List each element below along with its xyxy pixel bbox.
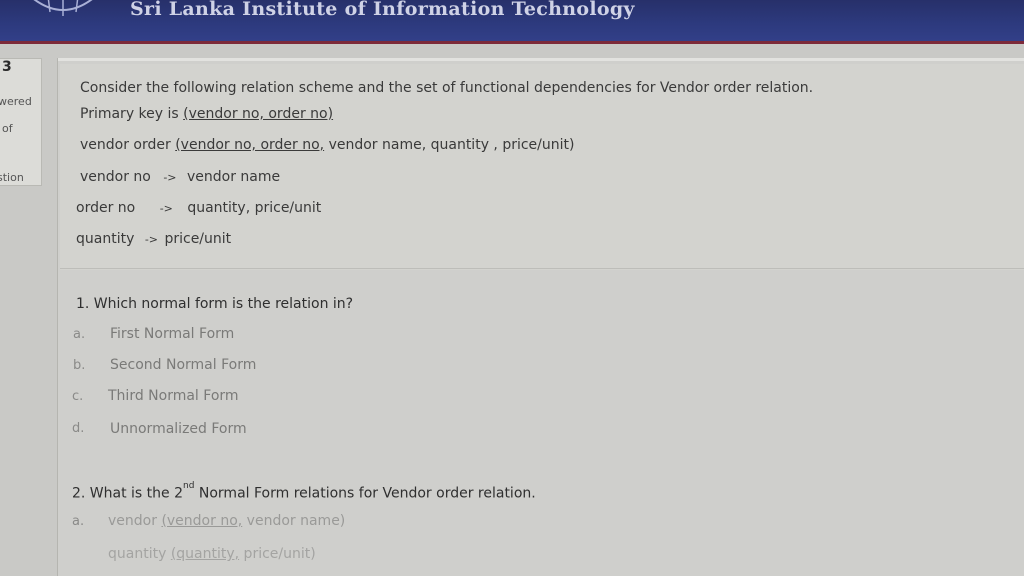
option-a-letter: a. [73, 327, 86, 342]
option-d-label[interactable]: Unnormalized Form [110, 421, 247, 437]
answer-line-2-rest: price/unit) [239, 546, 316, 562]
answered-status: wered [0, 95, 32, 108]
question-2-text: 2. What is the 2nd Normal Form relations… [72, 481, 536, 502]
primary-key-line: Primary key is (vendor no, order no) [80, 106, 333, 122]
answer-line-2: quantity (quantity, price/unit) [108, 546, 316, 562]
relation-line: vendor order (vendor no, order no, vendo… [80, 137, 574, 153]
question-2-suffix: Normal Form relations for Vendor order r… [194, 485, 536, 502]
marks-status: of [2, 122, 13, 135]
fd-3: quantity -> price/unit [76, 231, 231, 247]
question-1-text: 1. Which normal form is the relation in? [76, 296, 354, 312]
panel-top-border [58, 58, 1024, 61]
fd-1-arrow: -> [163, 171, 177, 184]
answer-line-1-prefix: vendor [108, 513, 162, 529]
fd-2: order no -> quantity, price/unit [76, 200, 321, 216]
fd-3-left: quantity [76, 231, 135, 247]
relation-attributes: vendor name, quantity , price/unit) [324, 137, 575, 153]
option-b-letter: b. [73, 358, 86, 373]
answer-line-2-key: (quantity, [170, 546, 240, 562]
answer-line-2-prefix: quantity [108, 546, 171, 562]
header-divider [0, 41, 1024, 44]
option-c-label[interactable]: Third Normal Form [108, 388, 239, 404]
section-divider [60, 268, 1024, 269]
answer-a-letter: a. [72, 514, 85, 529]
institute-title: Sri Lanka Institute of Information Techn… [130, 0, 635, 20]
fd-2-arrow: -> [159, 202, 173, 215]
fd-1: vendor no -> vendor name [80, 169, 280, 185]
sliit-logo-icon [33, 0, 93, 16]
fd-2-right: quantity, price/unit [187, 200, 322, 216]
fd-1-left: vendor no [80, 169, 151, 185]
relation-name: vendor order [80, 137, 176, 153]
scheme-intro: Consider the following relation scheme a… [80, 80, 814, 96]
fd-1-right: vendor name [186, 169, 281, 185]
flag-question-link[interactable]: stion [0, 171, 24, 184]
fd-3-arrow: -> [144, 233, 159, 246]
option-a-label[interactable]: First Normal Form [110, 326, 234, 342]
question-number: 3 [2, 59, 12, 75]
primary-key-value: (vendor no, order no) [183, 106, 334, 122]
question-2-superscript: nd [183, 481, 195, 491]
answer-line-1-key: (vendor no, [161, 513, 243, 529]
site-header: Sri Lanka Institute of Information Techn… [0, 0, 1024, 44]
relation-keys: (vendor no, order no, [175, 137, 325, 153]
option-c-letter: c. [72, 389, 84, 404]
question-2-prefix: 2. What is the 2 [72, 485, 184, 502]
option-d-letter: d. [72, 421, 85, 436]
question-info-panel: 3 wered of stion [0, 58, 42, 186]
answer-line-1-rest: vendor name) [242, 513, 346, 529]
fd-2-left: order no [76, 200, 136, 216]
option-b-label[interactable]: Second Normal Form [110, 357, 256, 373]
answer-line-1: vendor (vendor no, vendor name) [108, 513, 345, 529]
fd-3-right: price/unit [164, 231, 232, 247]
primary-key-label: Primary key is [80, 106, 184, 122]
